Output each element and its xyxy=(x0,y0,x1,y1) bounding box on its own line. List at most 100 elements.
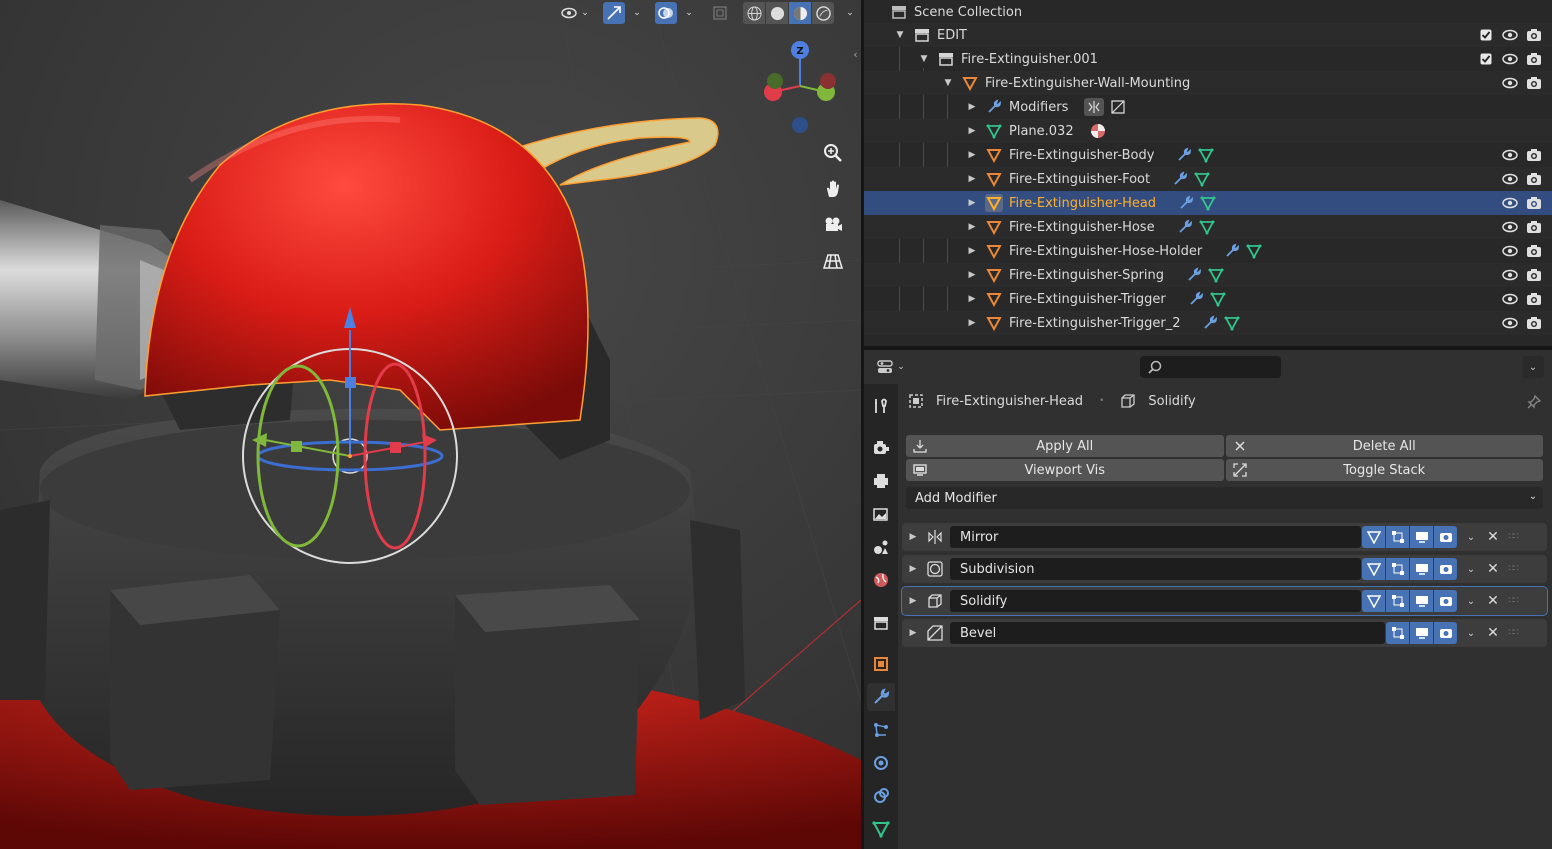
expand-triangle-icon[interactable]: ▶ xyxy=(965,102,979,112)
material-icon[interactable] xyxy=(1090,123,1106,139)
camera-render-icon[interactable] xyxy=(1526,315,1542,331)
wireframe-shading-button[interactable] xyxy=(743,2,765,24)
solid-shading-button[interactable] xyxy=(766,2,788,24)
wrench-icon[interactable] xyxy=(1176,147,1192,163)
show-overlays-button[interactable] xyxy=(655,2,677,24)
expand-triangle-icon[interactable]: ▶ xyxy=(906,532,920,542)
tab-collection[interactable] xyxy=(867,609,895,637)
wrench-icon[interactable] xyxy=(1186,267,1202,283)
camera-render-icon[interactable] xyxy=(1526,171,1542,187)
mesh-data-icon[interactable] xyxy=(1194,171,1210,187)
expand-triangle-icon[interactable]: ▶ xyxy=(965,318,979,328)
outliner-row-scene-collection[interactable]: Scene Collection xyxy=(864,0,1552,24)
mesh-data-icon[interactable] xyxy=(1200,195,1216,211)
gizmo-dropdown[interactable]: ⌄ xyxy=(629,2,645,24)
outliner-row-modifiers[interactable]: ▶ Modifiers xyxy=(864,95,1552,119)
tab-render[interactable] xyxy=(867,434,895,462)
eye-icon[interactable] xyxy=(1502,243,1518,259)
add-modifier-dropdown[interactable]: Add Modifier ⌄ xyxy=(906,487,1543,509)
eye-icon[interactable] xyxy=(1502,219,1518,235)
camera-render-icon[interactable] xyxy=(1526,51,1542,67)
delete-all-button[interactable]: Delete All xyxy=(1225,435,1543,457)
remove-modifier-button[interactable]: ✕ xyxy=(1482,526,1504,548)
wrench-icon[interactable] xyxy=(1172,171,1188,187)
tab-particles[interactable] xyxy=(867,716,895,744)
outliner-row-foot[interactable]: ▶ Fire-Extinguisher-Foot xyxy=(864,167,1552,191)
expand-triangle-icon[interactable]: ▶ xyxy=(906,564,920,574)
outliner-row-fire-extinguisher-001[interactable]: ▼ Fire-Extinguisher.001 xyxy=(864,47,1552,71)
modifier-menu-dropdown[interactable]: ⌄ xyxy=(1460,622,1482,644)
render-toggle[interactable] xyxy=(1434,558,1457,580)
edit-mode-toggle[interactable] xyxy=(1386,526,1409,548)
outliner-row-spring[interactable]: ▶ Fire-Extinguisher-Spring xyxy=(864,263,1552,287)
shading-dropdown[interactable]: ⌄ xyxy=(842,2,858,24)
collapse-triangle-icon[interactable]: ▼ xyxy=(941,78,955,88)
remove-modifier-button[interactable]: ✕ xyxy=(1482,558,1504,580)
perspective-toggle-button[interactable] xyxy=(818,246,848,276)
eye-icon[interactable] xyxy=(1502,27,1518,43)
eye-icon[interactable] xyxy=(1502,291,1518,307)
tab-data[interactable] xyxy=(867,815,895,843)
camera-render-icon[interactable] xyxy=(1526,291,1542,307)
mesh-data-icon[interactable] xyxy=(1208,267,1224,283)
rendered-shading-button[interactable] xyxy=(812,2,834,24)
mirror-icon[interactable] xyxy=(1084,98,1105,116)
wrench-icon[interactable] xyxy=(1178,195,1194,211)
modifier-bevel[interactable]: ▶ Bevel ⌄ ✕ ∷∷ xyxy=(902,619,1547,647)
overlays-dropdown[interactable]: ⌄ xyxy=(681,2,697,24)
wrench-icon[interactable] xyxy=(1177,219,1193,235)
modifier-solidify[interactable]: ▶ Solidify ⌄ ✕ ∷∷ xyxy=(901,586,1548,616)
render-toggle[interactable] xyxy=(1434,622,1457,644)
mesh-data-icon[interactable] xyxy=(1198,147,1214,163)
view-object-types-button[interactable]: ⌄ xyxy=(557,2,593,24)
expand-triangle-icon[interactable]: ▶ xyxy=(965,174,979,184)
wrench-icon[interactable] xyxy=(1188,291,1204,307)
remove-modifier-button[interactable]: ✕ xyxy=(1482,622,1504,644)
camera-render-icon[interactable] xyxy=(1526,27,1542,43)
xray-button[interactable] xyxy=(709,2,731,24)
eye-icon[interactable] xyxy=(1502,75,1518,91)
expand-triangle-icon[interactable]: ▶ xyxy=(965,222,979,232)
camera-render-icon[interactable] xyxy=(1526,75,1542,91)
outliner-row-wall-mounting[interactable]: ▼ Fire-Extinguisher-Wall-Mounting xyxy=(864,71,1552,95)
expand-triangle-icon[interactable]: ▶ xyxy=(965,198,979,208)
tab-object[interactable] xyxy=(867,650,895,678)
properties-search-input[interactable] xyxy=(1140,356,1281,378)
drag-handle-icon[interactable]: ∷∷ xyxy=(1504,558,1522,580)
eye-icon[interactable] xyxy=(1502,315,1518,331)
on-cage-toggle[interactable] xyxy=(1362,558,1385,580)
mesh-data-icon[interactable] xyxy=(1224,315,1241,331)
wrench-icon[interactable] xyxy=(1224,243,1240,259)
checkbox-icon[interactable] xyxy=(1478,51,1494,67)
pan-button[interactable] xyxy=(818,174,848,204)
camera-render-icon[interactable] xyxy=(1526,243,1542,259)
mesh-data-icon[interactable] xyxy=(1210,291,1226,307)
wrench-icon[interactable] xyxy=(1202,315,1218,331)
collapse-triangle-icon[interactable]: ▼ xyxy=(893,30,907,40)
expand-triangle-icon[interactable]: ▶ xyxy=(965,126,979,136)
tab-modifiers[interactable] xyxy=(867,683,895,711)
camera-view-button[interactable] xyxy=(818,210,848,240)
mesh-data-icon[interactable] xyxy=(1246,243,1262,259)
viewport-vis-button[interactable]: Viewport Vis xyxy=(906,459,1224,481)
toggle-stack-button[interactable]: Toggle Stack xyxy=(1225,459,1543,481)
outliner-row-hose[interactable]: ▶ Fire-Extinguisher-Hose xyxy=(864,215,1552,239)
modifier-name-field[interactable]: Solidify xyxy=(950,590,1361,612)
expand-triangle-icon[interactable]: ▶ xyxy=(965,150,979,160)
edit-mode-toggle[interactable] xyxy=(1386,590,1409,612)
options-dropdown[interactable]: ⌄ xyxy=(1522,356,1544,378)
eye-icon[interactable] xyxy=(1502,195,1518,211)
tab-tool[interactable] xyxy=(867,392,895,420)
modifier-name-field[interactable]: Mirror xyxy=(950,526,1361,548)
outliner-row-trigger[interactable]: ▶ Fire-Extinguisher-Trigger xyxy=(864,287,1552,311)
tab-world[interactable] xyxy=(867,566,895,594)
camera-render-icon[interactable] xyxy=(1526,147,1542,163)
outliner-row-body[interactable]: ▶ Fire-Extinguisher-Body xyxy=(864,143,1552,167)
render-toggle[interactable] xyxy=(1434,526,1457,548)
drag-handle-icon[interactable]: ∷∷ xyxy=(1504,590,1522,612)
realtime-toggle[interactable] xyxy=(1410,622,1433,644)
modifier-name-field[interactable]: Subdivision xyxy=(950,558,1361,580)
checkbox-icon[interactable] xyxy=(1478,27,1494,43)
tab-physics[interactable] xyxy=(867,749,895,777)
material-preview-button[interactable] xyxy=(789,2,811,24)
